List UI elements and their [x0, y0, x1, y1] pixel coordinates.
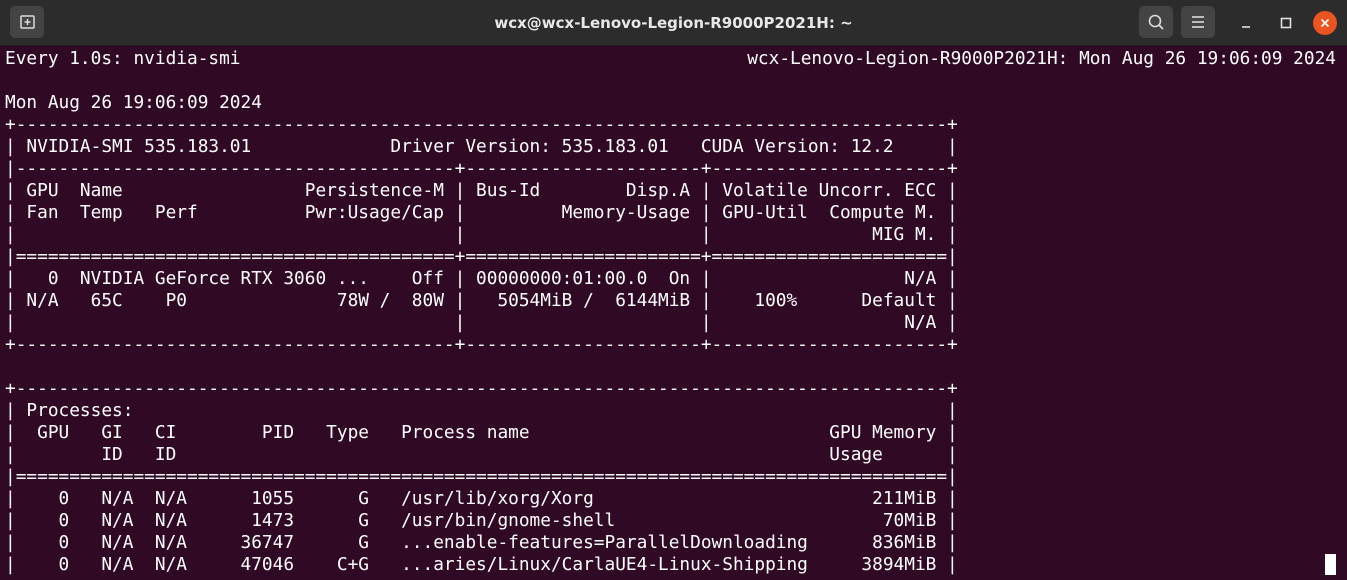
terminal-line: | 0 N/A N/A 47046 C+G ...aries/Linux/Car… — [5, 554, 958, 575]
terminal-line: | N/A 65C P0 78W / 80W | 5054MiB / 6144M… — [5, 290, 958, 311]
maximize-button[interactable] — [1274, 11, 1298, 35]
search-icon — [1148, 14, 1164, 30]
title-bar[interactable]: wcx@wcx-Lenovo-Legion-R9000P2021H: ~ — [0, 0, 1347, 46]
terminal-line: +---------------------------------------… — [5, 334, 958, 355]
terminal-scrollbar[interactable] — [1338, 47, 1347, 580]
terminal-line: | 0 NVIDIA GeForce RTX 3060 ... Off | 00… — [5, 268, 958, 289]
new-tab-button[interactable] — [10, 6, 44, 38]
terminal-line: | 0 N/A N/A 36747 G ...enable-features=P… — [5, 532, 958, 553]
text-cursor — [1325, 554, 1336, 575]
terminal-line: | | | MIG M. | — [5, 224, 958, 245]
watch-header-left: Every 1.0s: nvidia-smi — [5, 48, 241, 69]
menu-button[interactable] — [1181, 6, 1215, 38]
terminal-line: | Processes: | — [5, 400, 958, 421]
terminal-line: | 0 N/A N/A 1473 G /usr/bin/gnome-shell … — [5, 510, 958, 531]
minimize-button[interactable] — [1234, 11, 1258, 35]
window-title: wcx@wcx-Lenovo-Legion-R9000P2021H: ~ — [494, 14, 853, 32]
terminal-line: | GPU Name Persistence-M | Bus-Id Disp.A… — [5, 180, 958, 201]
terminal-output[interactable]: Every 1.0s: nvidia-smi wcx-Lenovo-Legion… — [0, 47, 1347, 580]
watch-header-right: wcx-Lenovo-Legion-R9000P2021H: Mon Aug 2… — [747, 48, 1336, 69]
new-tab-icon — [20, 15, 35, 29]
maximize-icon — [1280, 17, 1292, 29]
terminal-line: |---------------------------------------… — [5, 158, 958, 179]
terminal-window: wcx@wcx-Lenovo-Legion-R9000P2021H: ~ Eve… — [0, 0, 1347, 580]
terminal-line: Mon Aug 26 19:06:09 2024 — [5, 92, 262, 113]
terminal-line: +---------------------------------------… — [5, 378, 958, 399]
terminal-line: |=======================================… — [5, 246, 958, 267]
terminal-line: | NVIDIA-SMI 535.183.01 Driver Version: … — [5, 136, 958, 157]
close-icon — [1320, 18, 1330, 28]
terminal-line: | 0 N/A N/A 1055 G /usr/lib/xorg/Xorg 21… — [5, 488, 958, 509]
terminal-line: | Fan Temp Perf Pwr:Usage/Cap | Memory-U… — [5, 202, 958, 223]
terminal-line: | GPU GI CI PID Type Process name GPU Me… — [5, 422, 958, 443]
terminal-line: | | | N/A | — [5, 312, 958, 333]
terminal-line: |=======================================… — [5, 466, 958, 487]
terminal-line: | ID ID Usage | — [5, 444, 958, 465]
minimize-icon — [1242, 26, 1250, 28]
terminal-line: +---------------------------------------… — [5, 114, 958, 135]
search-button[interactable] — [1139, 6, 1173, 38]
hamburger-menu-icon — [1192, 16, 1204, 28]
close-button[interactable] — [1313, 11, 1337, 35]
